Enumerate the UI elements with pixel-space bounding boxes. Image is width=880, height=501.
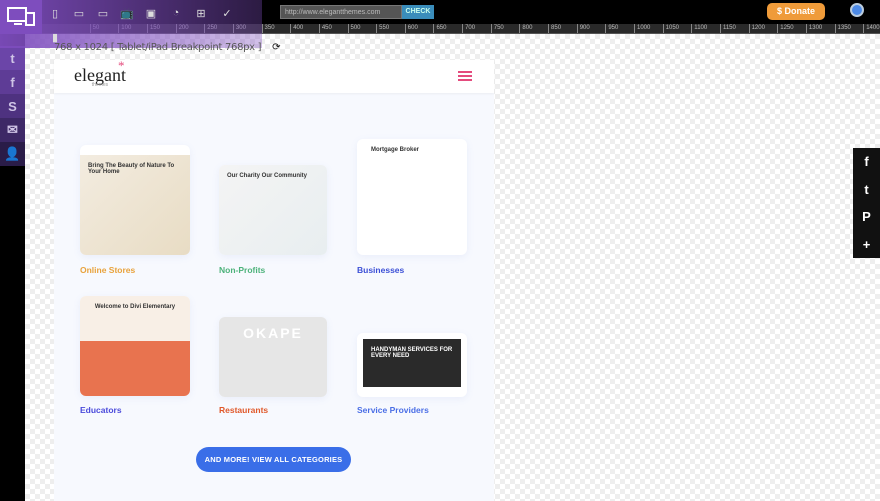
ruler-tick: 1050 <box>662 24 679 33</box>
category-thumbnail[interactable]: Our Charity Our Community <box>219 165 327 255</box>
ruler-tick: 400 <box>290 24 303 33</box>
preview-heading: Welcome to Divi Elementary <box>80 296 190 396</box>
hamburger-menu-icon[interactable] <box>458 71 472 81</box>
breakpoint-text: 768 x 1024 [ Tablet/iPad Breakpoint 768p… <box>54 42 262 53</box>
ruler-tick: 500 <box>347 24 361 33</box>
w3c-validator-icon[interactable]: ✓ <box>216 4 238 22</box>
facebook-icon[interactable]: f <box>0 70 25 94</box>
facebook-share-icon[interactable]: f <box>853 148 880 176</box>
mail-icon[interactable]: ✉ <box>0 118 25 142</box>
category-thumbnail[interactable]: Bring The Beauty of Nature To Your Home <box>80 145 190 255</box>
category-link[interactable]: Restaurants <box>219 405 268 415</box>
ruler-tick: 600 <box>404 24 418 33</box>
ruler-tick: 1200 <box>748 24 765 33</box>
ruler-tick: 950 <box>605 24 618 33</box>
category-thumbnail[interactable]: HANDYMAN SERVICES FOR EVERY NEED <box>357 333 467 397</box>
category-link[interactable]: Non-Profits <box>219 265 265 275</box>
category-link[interactable]: Educators <box>80 405 122 415</box>
category-link[interactable]: Businesses <box>357 265 404 275</box>
ruler-tick: 1300 <box>805 24 822 33</box>
site-preview: elegant * themes Bring The Beauty of Natur… <box>54 58 494 501</box>
lightbulb-icon[interactable] <box>850 3 864 17</box>
url-input[interactable]: http://www.elegantthemes.com <box>280 5 402 19</box>
preview-heading: Bring The Beauty of Nature To Your Home <box>80 155 190 255</box>
ruler-tick: 750 <box>490 24 504 33</box>
view-all-categories-button[interactable]: AND MORE! VIEW ALL CATEGORIES <box>196 447 351 472</box>
donate-button[interactable]: $ Donate <box>767 3 825 20</box>
ruler-tick: 1000 <box>634 24 650 33</box>
cast-icon[interactable]: ▣ <box>140 4 162 22</box>
responsive-devices-icon[interactable] <box>0 0 42 34</box>
ruler-tick: 700 <box>462 24 475 33</box>
ruler-tick: 450 <box>318 24 332 33</box>
ruler-tick: 1250 <box>777 24 794 33</box>
rotate-icon[interactable]: ⟳ <box>272 42 280 53</box>
share-bar: f t P + <box>853 148 880 258</box>
ruler-tick: 800 <box>519 24 532 33</box>
pinterest-share-icon[interactable]: P <box>853 203 880 231</box>
ruler-tick: 1150 <box>719 24 736 33</box>
ruler-tick: 1350 <box>834 24 851 33</box>
category-thumbnail[interactable]: Mortgage Broker <box>357 139 467 255</box>
twitter-icon[interactable]: t <box>0 46 25 70</box>
check-button[interactable]: CHECK <box>402 5 434 19</box>
ruler-tick: 1400 <box>863 24 880 33</box>
logo-star-icon: * <box>118 58 125 73</box>
preview-heading: Our Charity Our Community <box>219 165 327 255</box>
site-logo[interactable]: elegant * themes <box>74 58 126 88</box>
ruler-tick: 350 <box>261 24 275 33</box>
category-thumbnail[interactable]: OKAPE <box>219 317 327 397</box>
skype-icon[interactable]: S <box>0 94 25 118</box>
ruler-tick: 900 <box>576 24 590 33</box>
preview-heading: Mortgage Broker <box>363 139 461 255</box>
breakpoint-label: 768 x 1024 [ Tablet/iPad Breakpoint 768p… <box>54 42 281 53</box>
mobile-icon[interactable]: ▯ <box>44 4 66 22</box>
user-icon[interactable]: 👤 <box>0 142 25 166</box>
ruler-tick: 850 <box>548 24 561 33</box>
preview-heading: OKAPE <box>219 317 327 397</box>
tv-icon[interactable]: 📺 <box>116 4 138 22</box>
category-link[interactable]: Online Stores <box>80 265 135 275</box>
tablet-icon[interactable]: ▭ <box>68 4 90 22</box>
category-link[interactable]: Service Providers <box>357 405 429 415</box>
preview-heading: HANDYMAN SERVICES FOR EVERY NEED <box>363 339 461 387</box>
desktop-icon[interactable]: ▭ <box>92 4 114 22</box>
twitter-share-icon[interactable]: t <box>853 176 880 204</box>
speed-icon[interactable]: ◔ <box>165 4 187 22</box>
category-thumbnail[interactable]: Welcome to Divi Elementary <box>80 296 190 396</box>
left-social-bar: t f S ✉ 👤 <box>0 0 25 501</box>
ruler-tick: 1100 <box>691 24 707 33</box>
device-toolbar: ▯ ▭ ▭ 📺 ▣ ◔ ⊞ ✓ ▮ <box>0 0 262 48</box>
ruler-tick: 650 <box>433 24 446 33</box>
site-header: elegant * themes <box>54 58 494 93</box>
sitemap-icon[interactable]: ⊞ <box>190 4 212 22</box>
ruler-tick: 550 <box>376 24 389 33</box>
more-share-icon[interactable]: + <box>853 231 880 259</box>
